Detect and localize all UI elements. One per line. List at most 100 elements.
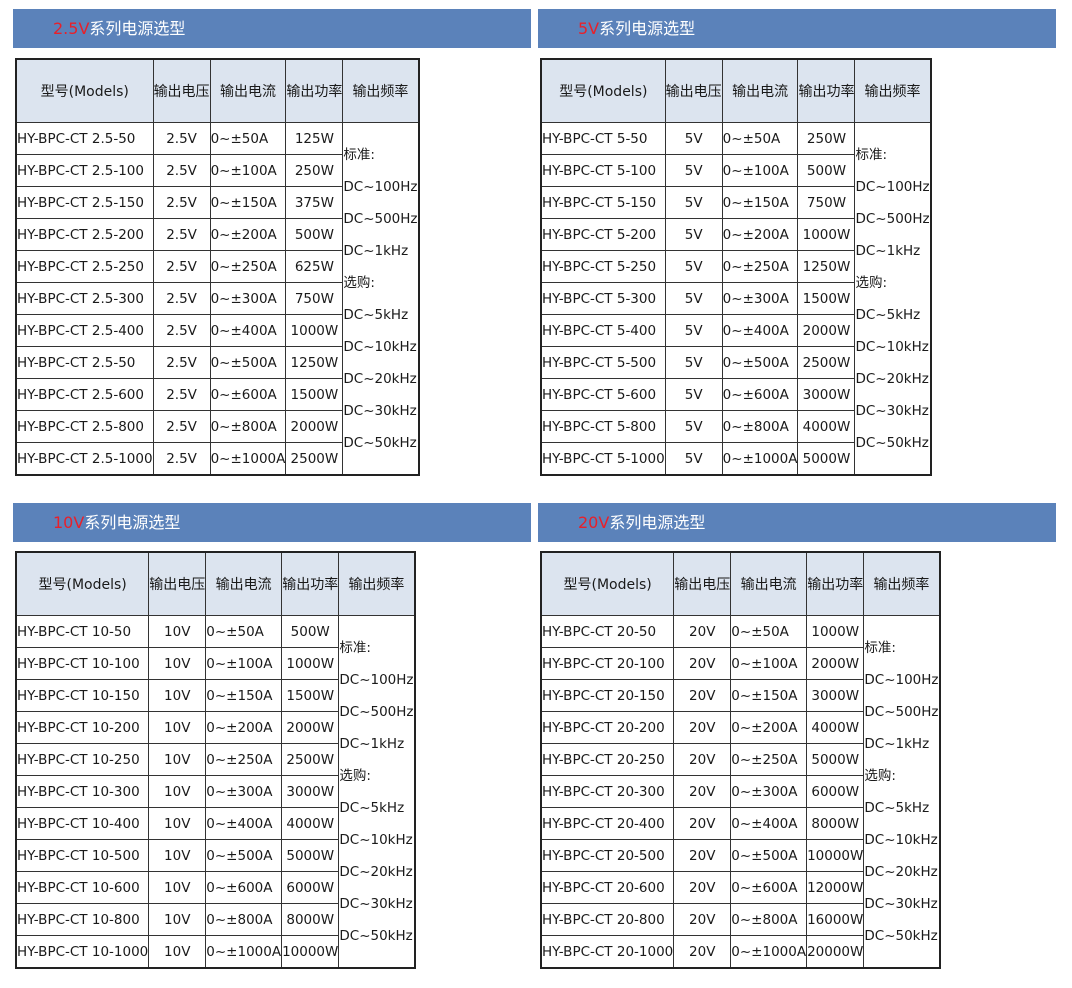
frequency-line: DC~20kHz: [339, 863, 413, 880]
model-cell: HY-BPC-CT 10-400: [15, 807, 150, 840]
frequency-line: DC~10kHz: [855, 338, 929, 355]
model-cell: HY-BPC-CT 5-200: [540, 218, 666, 251]
column-header: 输出电流: [205, 551, 283, 616]
frequency-line: DC~1kHz: [864, 735, 930, 752]
power-cell: 2000W: [806, 647, 865, 680]
voltage-cell: 2.5V: [152, 154, 211, 187]
frequency-line: DC~500Hz: [855, 210, 930, 227]
frequency-line: 选购:: [343, 274, 375, 291]
voltage-cell: 20V: [673, 935, 732, 969]
model-cell: HY-BPC-CT 2.5-1000: [15, 442, 154, 476]
power-cell: 2500W: [285, 442, 344, 476]
frequency-line: DC~30kHz: [855, 402, 929, 419]
voltage-cell: 10V: [148, 743, 207, 776]
frequency-line: DC~5kHz: [343, 306, 409, 323]
current-cell: 0~±1000A: [721, 442, 799, 476]
voltage-cell: 5V: [664, 154, 723, 187]
power-cell: 5000W: [281, 839, 340, 872]
current-cell: 0~±600A: [730, 871, 808, 904]
power-cell: 12000W: [806, 871, 865, 904]
current-cell: 0~±100A: [721, 154, 799, 187]
voltage-cell: 20V: [673, 711, 732, 744]
voltage-cell: 20V: [673, 679, 732, 712]
power-cell: 125W: [285, 122, 344, 155]
frequency-line: DC~5kHz: [855, 306, 921, 323]
voltage-cell: 5V: [664, 122, 723, 155]
current-cell: 0~±400A: [721, 314, 799, 347]
header-row: 型号(Models) 输出电压 输出电流 输出功率 输出频率: [540, 551, 941, 616]
frequency-line: DC~1kHz: [343, 242, 409, 259]
power-cell: 5000W: [806, 743, 865, 776]
frequency-line: DC~500Hz: [864, 703, 939, 720]
frequency-line: DC~50kHz: [339, 927, 413, 944]
voltage-cell: 10V: [148, 711, 207, 744]
power-cell: 3000W: [806, 679, 865, 712]
frequency-cell: 标准: DC~100Hz DC~500Hz DC~1kHz 选购: DC~5kHz DC~1…: [854, 122, 932, 476]
power-cell: 20000W: [806, 935, 865, 969]
voltage-cell: 2.5V: [152, 346, 211, 379]
model-cell: HY-BPC-CT 5-100: [540, 154, 666, 187]
power-cell: 1000W: [281, 647, 340, 680]
spec-table: 型号(Models) 输出电压 输出电流 输出功率 输出频率 HY-BPC-CT 5-50…: [540, 58, 932, 476]
voltage-cell: 5V: [664, 250, 723, 283]
current-cell: 0~±600A: [209, 378, 287, 411]
power-cell: 2000W: [285, 410, 344, 443]
current-cell: 0~±100A: [209, 154, 287, 187]
model-cell: HY-BPC-CT 20-500: [540, 839, 675, 872]
column-header: 输出电流: [721, 58, 799, 123]
power-cell: 750W: [797, 186, 856, 219]
current-cell: 0~±300A: [205, 775, 283, 808]
frequency-line: DC~50kHz: [855, 434, 929, 451]
column-header: 输出功率: [806, 551, 865, 616]
power-cell: 500W: [281, 615, 340, 648]
voltage-cell: 20V: [673, 615, 732, 648]
section-title: 2.5V系列电源选型: [13, 9, 531, 48]
column-header: 输出电压: [673, 551, 732, 616]
column-header: 型号(Models): [15, 58, 154, 123]
spec-table: 型号(Models) 输出电压 输出电流 输出功率 输出频率 HY-BPC-CT 2.5-…: [15, 58, 420, 476]
frequency-cell: 标准: DC~100Hz DC~500Hz DC~1kHz 选购: DC~5kHz DC~1…: [863, 615, 941, 969]
power-cell: 6000W: [806, 775, 865, 808]
voltage-cell: 5V: [664, 346, 723, 379]
frequency-line: 选购:: [864, 767, 896, 784]
current-cell: 0~±1000A: [730, 935, 808, 969]
power-cell: 1000W: [797, 218, 856, 251]
power-cell: 1250W: [797, 250, 856, 283]
current-cell: 0~±500A: [205, 839, 283, 872]
model-cell: HY-BPC-CT 10-600: [15, 871, 150, 904]
model-cell: HY-BPC-CT 2.5-400: [15, 314, 154, 347]
column-header: 输出电流: [209, 58, 287, 123]
column-header: 输出频率: [863, 551, 941, 616]
power-cell: 1000W: [285, 314, 344, 347]
frequency-line: DC~30kHz: [339, 895, 413, 912]
title-suffix: 系列电源选型: [84, 513, 181, 532]
power-cell: 500W: [797, 154, 856, 187]
voltage-highlight: 10V: [53, 513, 85, 532]
voltage-cell: 2.5V: [152, 186, 211, 219]
header-row: 型号(Models) 输出电压 输出电流 输出功率 输出频率: [540, 58, 932, 123]
voltage-cell: 20V: [673, 807, 732, 840]
current-cell: 0~±200A: [730, 711, 808, 744]
power-cell: 250W: [797, 122, 856, 155]
model-cell: HY-BPC-CT 5-150: [540, 186, 666, 219]
power-cell: 2000W: [281, 711, 340, 744]
frequency-line: 标准:: [343, 146, 375, 163]
voltage-highlight: 20V: [578, 513, 610, 532]
column-header: 输出频率: [338, 551, 416, 616]
frequency-line: DC~10kHz: [339, 831, 413, 848]
model-cell: HY-BPC-CT 5-1000: [540, 442, 666, 476]
current-cell: 0~±150A: [730, 679, 808, 712]
current-cell: 0~±600A: [205, 871, 283, 904]
current-cell: 0~±100A: [205, 647, 283, 680]
voltage-cell: 20V: [673, 871, 732, 904]
model-cell: HY-BPC-CT 2.5-100: [15, 154, 154, 187]
model-cell: HY-BPC-CT 20-400: [540, 807, 675, 840]
model-cell: HY-BPC-CT 20-150: [540, 679, 675, 712]
voltage-cell: 10V: [148, 807, 207, 840]
model-cell: HY-BPC-CT 5-600: [540, 378, 666, 411]
current-cell: 0~±250A: [209, 250, 287, 283]
model-cell: HY-BPC-CT 2.5-250: [15, 250, 154, 283]
model-cell: HY-BPC-CT 10-300: [15, 775, 150, 808]
model-cell: HY-BPC-CT 2.5-150: [15, 186, 154, 219]
frequency-line: DC~100Hz: [339, 671, 414, 688]
